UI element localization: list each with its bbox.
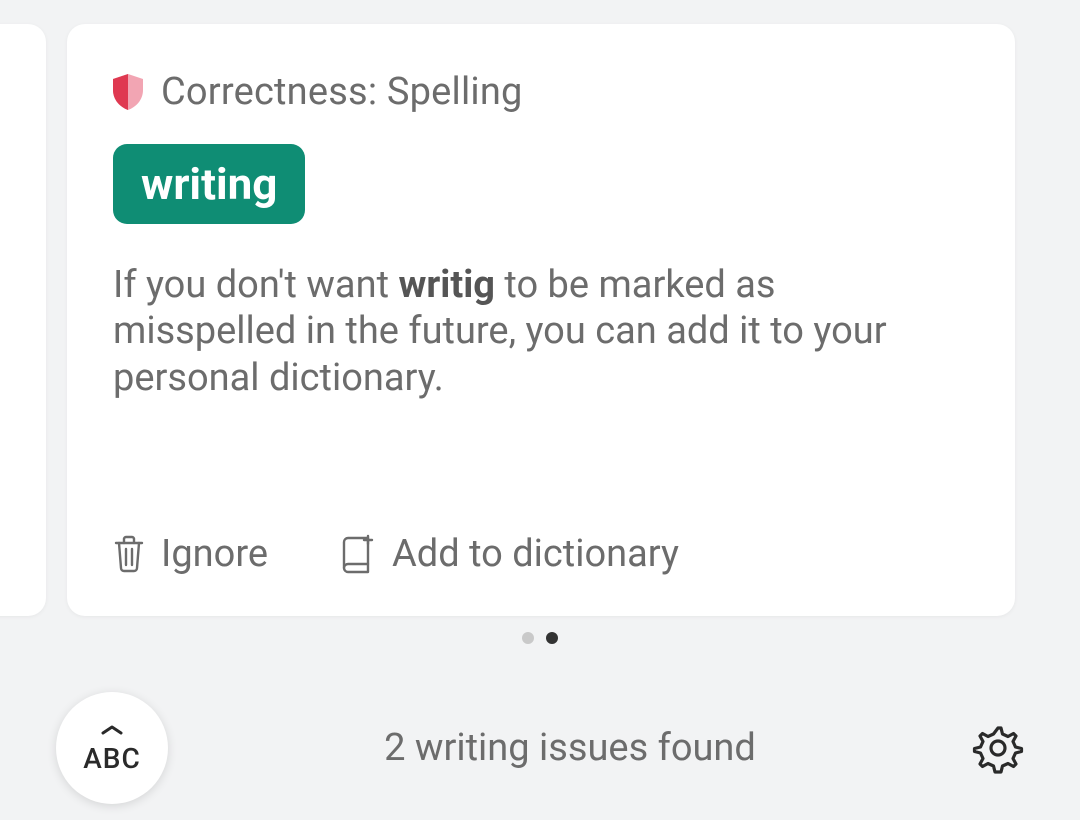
actions-row: Ignore Add to dictionary bbox=[113, 532, 679, 576]
page-dot-0[interactable] bbox=[522, 632, 534, 644]
trash-icon bbox=[113, 535, 145, 573]
explanation-text: If you don't want writig to be marked as… bbox=[113, 262, 963, 401]
page-dots bbox=[0, 632, 1080, 644]
explanation-pre: If you don't want bbox=[113, 263, 398, 307]
bottom-bar: ABC 2 writing issues found bbox=[0, 688, 1080, 808]
suggestion-pill[interactable]: writing bbox=[113, 144, 305, 224]
book-plus-icon bbox=[338, 534, 376, 574]
page-dot-1[interactable] bbox=[546, 632, 558, 644]
category-row: Correctness: Spelling bbox=[113, 70, 969, 114]
ignore-label: Ignore bbox=[161, 532, 268, 576]
gear-icon bbox=[972, 722, 1024, 774]
add-label: Add to dictionary bbox=[392, 532, 679, 576]
add-to-dictionary-button[interactable]: Add to dictionary bbox=[338, 532, 679, 576]
chevron-up-icon bbox=[100, 722, 124, 740]
keyboard-button[interactable]: ABC bbox=[56, 692, 168, 804]
suggestion-text: writing bbox=[141, 158, 277, 210]
settings-button[interactable] bbox=[972, 722, 1024, 774]
explanation-bold: writig bbox=[398, 263, 495, 307]
shield-icon bbox=[113, 74, 143, 110]
ignore-button[interactable]: Ignore bbox=[113, 532, 268, 576]
suggestion-card: Correctness: Spelling writing If you don… bbox=[67, 24, 1015, 616]
category-text: Correctness: Spelling bbox=[161, 70, 523, 114]
previous-card-sliver[interactable] bbox=[0, 24, 46, 616]
keyboard-label: ABC bbox=[83, 742, 141, 775]
status-text: 2 writing issues found bbox=[384, 726, 756, 770]
